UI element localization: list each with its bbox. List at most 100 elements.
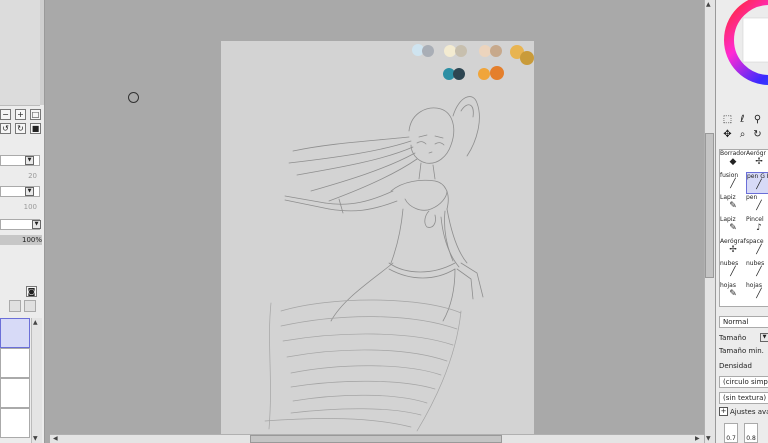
pencil-icon: ✎: [729, 201, 737, 211]
brush-cell[interactable]: hojas ✎: [720, 282, 746, 304]
brush-label: nubes: [746, 260, 765, 267]
pen-icon: ╱: [756, 289, 762, 299]
zoom-reset-icon[interactable]: □: [30, 109, 41, 120]
brush-cell[interactable]: hojas ╱: [746, 282, 768, 304]
chevron-down-icon[interactable]: ▼: [25, 156, 34, 165]
rotate-left-icon[interactable]: ↺: [0, 123, 11, 134]
chevron-down-icon[interactable]: ▼: [25, 187, 34, 196]
size-label: Tamaño: [719, 334, 747, 342]
navigator-scrollbar[interactable]: [40, 0, 44, 105]
brush-select[interactable]: [0, 186, 40, 197]
brush-cell[interactable]: nubes ╱: [720, 260, 746, 282]
brush-cell[interactable]: Lapiz ✎: [720, 194, 746, 216]
layer-item[interactable]: [0, 378, 30, 408]
color-wheel[interactable]: [721, 0, 768, 90]
size-value: 20: [28, 172, 37, 180]
brush-cell[interactable]: fusion ╱: [720, 172, 746, 194]
brush-cell[interactable]: Borrador ◆: [720, 150, 746, 172]
pen-icon: ╱: [756, 180, 762, 190]
blend-mode-select[interactable]: [0, 155, 40, 166]
scroll-down-icon[interactable]: ▼: [706, 434, 711, 443]
layer-copy-icon[interactable]: [9, 300, 21, 312]
brush-label: Aerógraf: [720, 238, 746, 245]
pen-icon: ╱: [756, 267, 762, 277]
brush-label: fusion: [720, 172, 739, 179]
brush-label: Lapiz: [720, 194, 736, 201]
move-icon[interactable]: ✥: [722, 129, 733, 140]
advanced-settings-label[interactable]: Ajustes ava: [730, 408, 768, 416]
brush-icon: ♪: [756, 223, 762, 233]
palette-swatch: [520, 51, 534, 65]
pencil-icon: ✎: [729, 223, 737, 233]
scroll-right-icon[interactable]: ▶: [695, 434, 700, 443]
rotate-right-icon[interactable]: ↻: [15, 123, 26, 134]
vertical-scroll-thumb[interactable]: [705, 133, 714, 278]
pen-icon: ╱: [730, 267, 736, 277]
eraser-icon: ◆: [729, 157, 737, 167]
opacity-bar[interactable]: 100%: [0, 235, 42, 245]
expand-icon[interactable]: +: [719, 407, 728, 416]
scroll-down-icon[interactable]: ▼: [33, 434, 38, 443]
scroll-up-icon[interactable]: ▲: [33, 318, 38, 327]
drawing-canvas[interactable]: [221, 41, 534, 435]
layer-item[interactable]: [0, 408, 30, 438]
palette-swatch: [479, 45, 491, 57]
value-box[interactable]: 0.7: [724, 423, 738, 443]
brush-cell[interactable]: Aerógraf ✢: [720, 238, 746, 260]
brush-cell[interactable]: pen ╱: [746, 194, 768, 216]
brush-cursor: [128, 92, 139, 103]
value-box[interactable]: 0.8: [744, 423, 758, 443]
brush-label: space: [746, 238, 764, 245]
select-rect-icon[interactable]: ⬚: [722, 114, 733, 125]
layer-item[interactable]: [0, 348, 30, 378]
brush-cell[interactable]: space ╱: [746, 238, 768, 260]
palette-swatch: [490, 45, 502, 57]
chevron-down-icon[interactable]: ▼: [760, 333, 768, 342]
blend-mode-select[interactable]: Normal: [719, 316, 768, 328]
brush-shape-select[interactable]: (circulo simple): [719, 376, 768, 388]
right-panel: ⬚ ℓ ⚲ ✥ ⌕ ↻ Borrador ◆ Aerógr ✢ fusion ╱ pen G…: [715, 0, 768, 443]
palette-swatch: [490, 66, 504, 80]
airbrush-icon: ✢: [755, 157, 763, 167]
brush-cell[interactable]: Pincel ♪: [746, 216, 768, 238]
palette-swatch: [478, 68, 490, 80]
brush-cell[interactable]: Aerógr ✢: [746, 150, 768, 172]
horizontal-scroll-thumb[interactable]: [250, 435, 502, 443]
lasso-icon[interactable]: ℓ: [737, 114, 748, 125]
brush-label: Pincel: [746, 216, 764, 223]
brush-texture-select[interactable]: (sin textura): [719, 392, 768, 404]
brush-cell[interactable]: pen G Pen╱: [746, 172, 768, 194]
new-layer-icon[interactable]: ◙: [26, 286, 37, 297]
brush-cell[interactable]: Lapiz ✎: [720, 216, 746, 238]
pen-icon: ╱: [756, 245, 762, 255]
scroll-up-icon[interactable]: ▲: [706, 0, 711, 9]
brush-label: Lapiz: [720, 216, 736, 223]
density-label: Densidad: [719, 362, 752, 370]
navigator-preview[interactable]: [0, 0, 40, 106]
brush-label: pen: [746, 194, 758, 201]
palette-swatch: [422, 45, 434, 57]
rotate-icon[interactable]: ↻: [752, 129, 763, 140]
left-panel: − + □ ↺ ↻ ■ ▼ 20 ▼ 100 ▼ 100% ◙ ▲ ▼: [0, 0, 45, 443]
scroll-left-icon[interactable]: ◀: [53, 434, 58, 443]
magic-wand-icon[interactable]: ⚲: [752, 114, 763, 125]
sketch-tornado-icon: [264, 299, 462, 432]
palette-swatch: [453, 68, 465, 80]
rotate-reset-icon[interactable]: ■: [30, 123, 41, 134]
zoom-icon[interactable]: ⌕: [737, 129, 748, 140]
chevron-down-icon[interactable]: ▼: [32, 220, 41, 229]
layer-delete-icon[interactable]: [24, 300, 36, 312]
brush-tool-grid: Borrador◆Aerógr✢fusion╱pen G Pen╱Lapiz✎p…: [719, 149, 768, 307]
layer-item-selected[interactable]: [0, 318, 30, 348]
layer-scrollbar[interactable]: [31, 318, 42, 443]
brush-label: nubes: [720, 260, 739, 267]
density-value: 100: [23, 203, 37, 211]
zoom-out-icon[interactable]: −: [0, 109, 11, 120]
brush-cell[interactable]: nubes ╱: [746, 260, 768, 282]
pen-icon: ╱: [756, 201, 762, 211]
palette-swatch: [455, 45, 467, 57]
zoom-in-icon[interactable]: +: [15, 109, 26, 120]
sketch-figure-icon: [284, 96, 484, 322]
airbrush-icon: ✢: [729, 245, 737, 255]
brush-label: Aerógr: [746, 150, 766, 157]
